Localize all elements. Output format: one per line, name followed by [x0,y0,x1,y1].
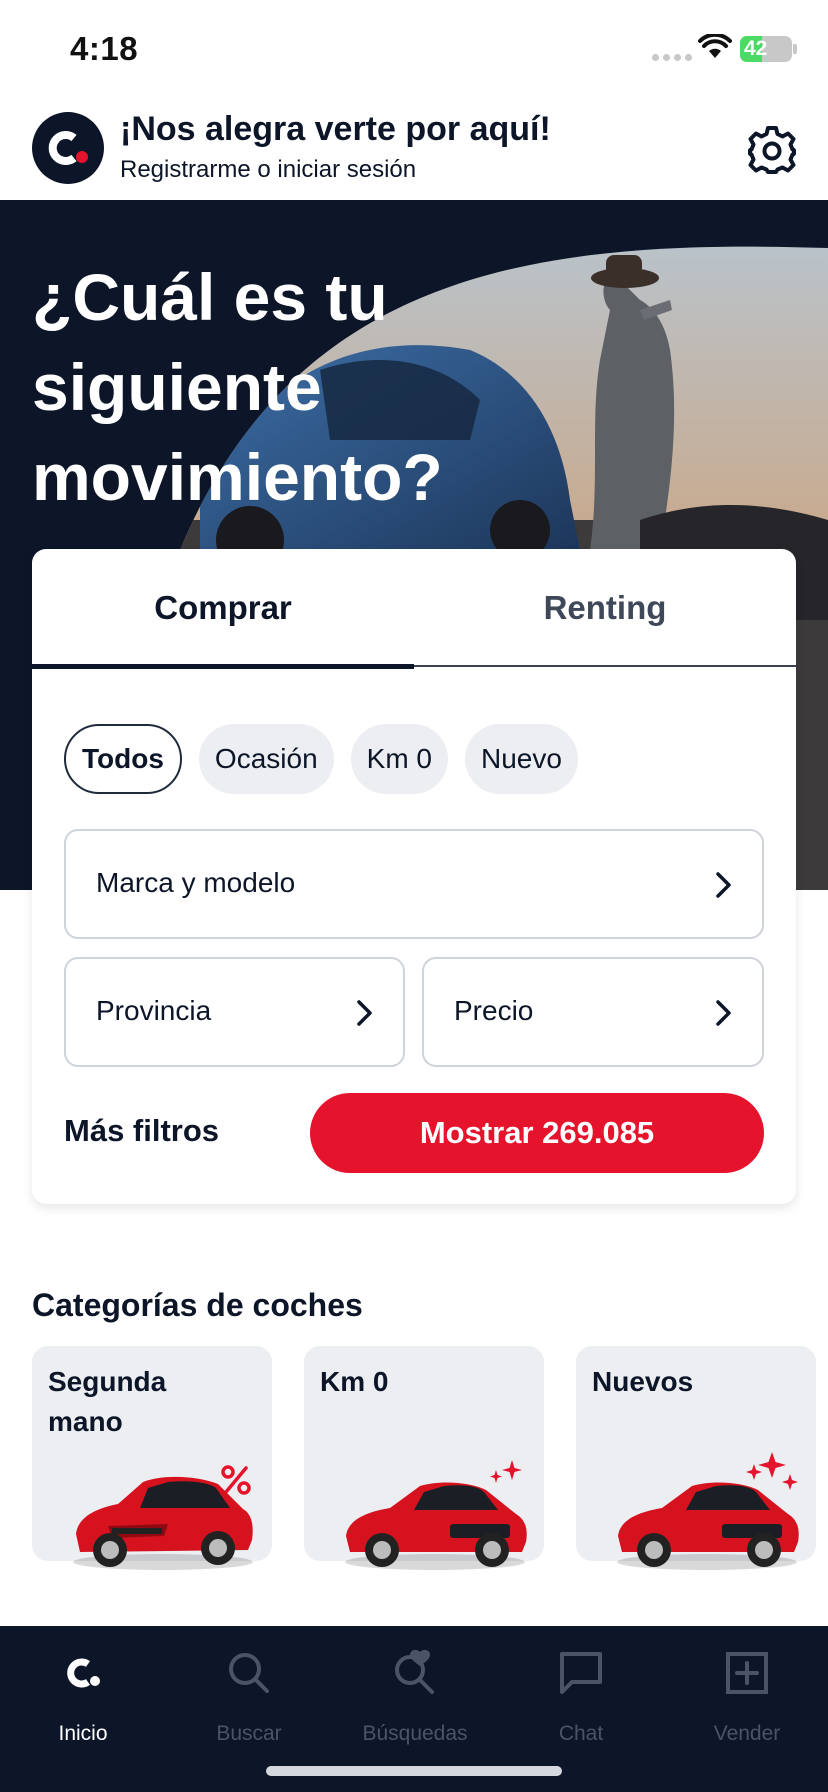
home-logo-icon [67,1658,100,1688]
brand-model-field[interactable]: Marca y modelo [64,829,764,939]
tab-inicio[interactable]: Inicio [0,1640,166,1750]
search-tabs: Comprar Renting [32,549,796,669]
hero-title: ¿Cuál es tu siguiente movimiento? [32,260,443,514]
gear-icon[interactable] [744,122,800,178]
red-hatchback-car-image [73,1476,253,1570]
chevron-right-icon [716,1000,731,1026]
chip-todos[interactable]: Todos [64,724,182,794]
tab-label: Chat [558,1722,604,1745]
wifi-icon [698,34,732,58]
province-field[interactable]: Provincia [64,957,405,1067]
tab-label: Buscar [216,1722,282,1745]
login-register-link[interactable]: Registrarme o iniciar sesión [120,156,416,184]
tab-label: Vender [713,1722,781,1745]
tab-busquedas[interactable]: Búsquedas [332,1640,498,1750]
tab-vender[interactable]: Vender [664,1640,828,1750]
chip-nuevo[interactable]: Nuevo [465,724,578,794]
category-label: Segunda mano [48,1366,167,1437]
category-label: Km 0 [320,1366,389,1397]
cellular-signal-icon [652,54,692,61]
categories-title: Categorías de coches [32,1287,363,1323]
brand-model-label: Marca y modelo [96,867,296,898]
chip-km0[interactable]: Km 0 [350,724,448,794]
chevron-right-icon [357,1000,372,1026]
red-sedan-car-image [617,1482,799,1570]
home-indicator [266,1766,562,1776]
plus-square-icon [726,1652,768,1694]
saved-search-heart-icon [395,1649,434,1694]
brand-logo-icon[interactable] [32,112,104,184]
province-label: Provincia [96,995,212,1026]
battery-icon: 42 [740,36,792,62]
app-header: ¡Nos alegra verte por aquí! Registrarme … [0,100,828,200]
chip-ocasion[interactable]: Ocasión [198,724,334,794]
greeting-title: ¡Nos alegra verte por aquí! [120,110,551,148]
search-icon [229,1653,269,1693]
price-field[interactable]: Precio [422,957,764,1067]
category-card-segunda-mano[interactable]: Segunda mano [32,1346,272,1570]
category-label: Nuevos [592,1366,694,1397]
tab-buscar[interactable]: Buscar [166,1640,332,1750]
status-time: 4:18 [70,30,139,67]
tab-label: Inicio [58,1722,108,1745]
battery-tip [793,44,797,54]
battery-level: 42 [744,37,768,60]
chat-bubble-icon [560,1652,602,1694]
category-card-km0[interactable]: Km 0 [304,1346,544,1570]
tab-renting[interactable]: Renting [414,549,796,667]
red-sedan-car-image [345,1482,527,1570]
more-filters-link[interactable]: Más filtros [64,1113,219,1149]
category-card-nuevos[interactable]: Nuevos [576,1346,816,1570]
search-card: Comprar Renting Todos Ocasión Km 0 Nuevo… [32,549,796,1204]
condition-chips: Todos Ocasión Km 0 Nuevo [64,724,578,794]
tab-comprar[interactable]: Comprar [32,549,414,669]
price-label: Precio [454,995,534,1026]
tab-label: Búsquedas [362,1722,468,1745]
tab-chat[interactable]: Chat [498,1640,664,1750]
chevron-right-icon [716,872,731,898]
show-results-button[interactable]: Mostrar 269.085 [310,1093,764,1173]
status-bar: 4:18 42 [0,0,828,100]
